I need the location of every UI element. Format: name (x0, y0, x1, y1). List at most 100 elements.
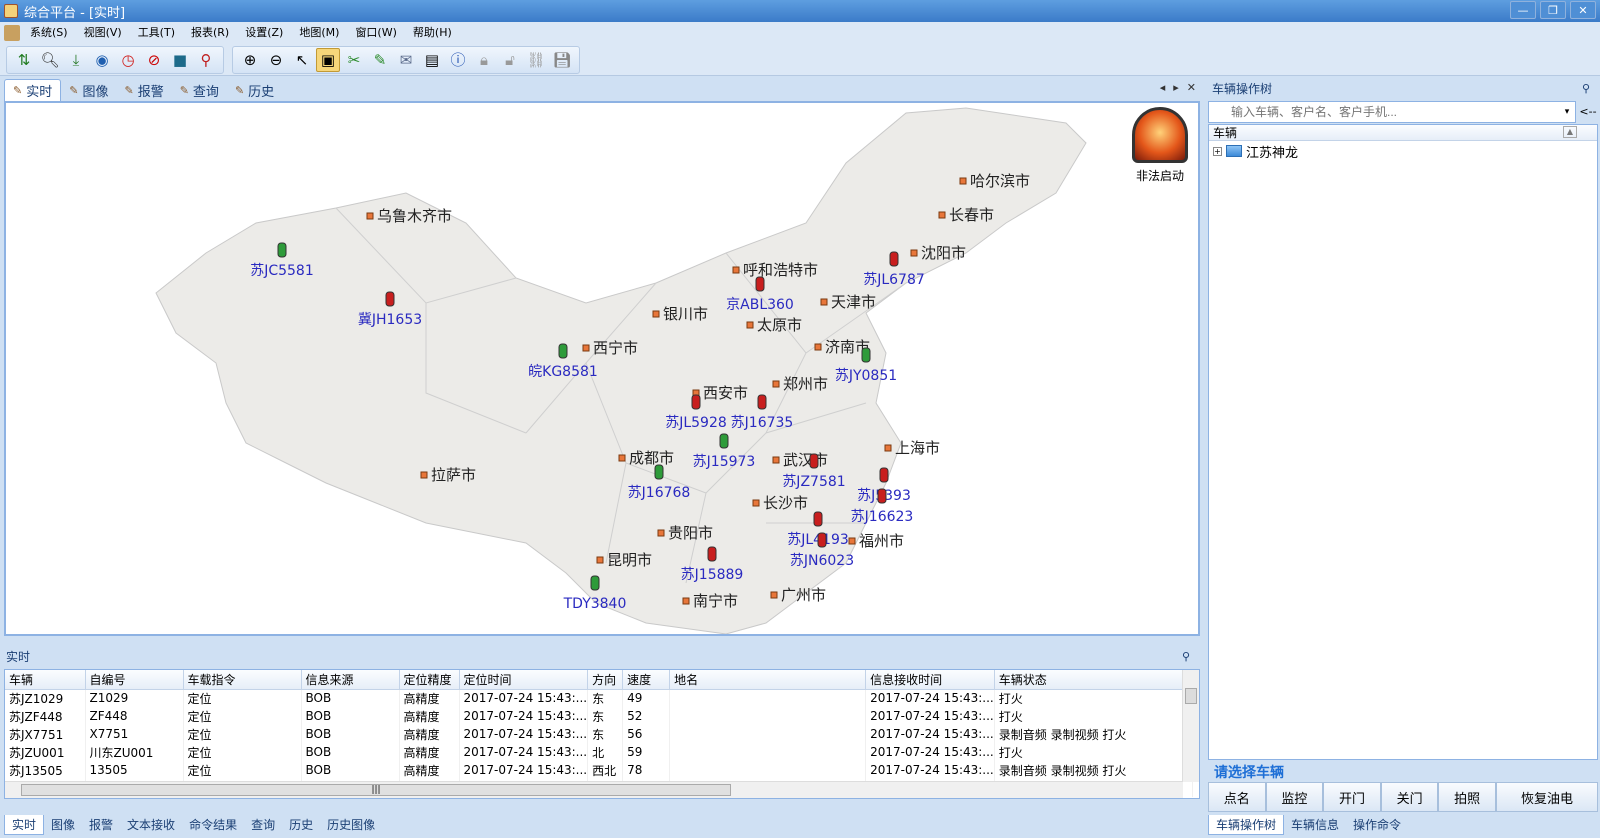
close-button[interactable]: ✕ (1570, 1, 1596, 19)
map-canvas[interactable]: 哈尔滨市长春市沈阳市乌鲁木齐市呼和浩特市天津市银川市太原市西宁市 济南市西安市 郑州… (6, 103, 1198, 634)
grid-column-header[interactable]: 自编号 (85, 670, 184, 690)
lock-icon[interactable]: 🔒︎ (472, 48, 496, 72)
menu-settings[interactable]: 设置(Z) (239, 23, 289, 43)
scroll-thumb[interactable] (1185, 688, 1197, 704)
clock-icon[interactable]: ◷ (116, 48, 140, 72)
refresh-icon[interactable]: ⇅ (12, 48, 36, 72)
tab-query[interactable]: ✎ 查询 (172, 79, 227, 101)
tab-vehicle-tree[interactable]: 车辆操作树 (1208, 815, 1285, 835)
table-row[interactable]: 苏JX7751 X7751 定位 BOB 高精度 2017-07-24 15:43:...… (5, 725, 1193, 743)
pointer-icon[interactable]: ↖ (290, 48, 314, 72)
location-pin-icon[interactable]: ⚲ (194, 48, 218, 72)
chevron-down-icon[interactable]: ▾ (1560, 101, 1574, 123)
vehicle-search-input[interactable] (1208, 101, 1576, 123)
download-icon[interactable]: ⤓ (64, 48, 88, 72)
tab-realtime-bottom[interactable]: 实时 (4, 815, 45, 835)
city-marker[interactable]: 乌鲁木齐市 (366, 207, 452, 225)
open-door-button[interactable]: 开门 (1323, 782, 1381, 812)
table-row[interactable]: 苏J13505 13505 定位 BOB 高精度 2017-07-24 15:43:...… (5, 761, 1193, 779)
mail-icon[interactable]: ✉ (394, 48, 418, 72)
menu-help[interactable]: 帮助(H) (407, 23, 458, 43)
pin-icon[interactable]: ⚲ (1582, 82, 1590, 95)
tab-operation-commands[interactable]: 操作命令 (1346, 815, 1408, 835)
rollcall-button[interactable]: 点名 (1208, 782, 1266, 812)
app-menu-icon[interactable] (4, 25, 20, 41)
tab-history[interactable]: ✎ 历史 (227, 79, 282, 101)
tab-vehicle-info[interactable]: 车辆信息 (1284, 815, 1346, 835)
tab-text-receive[interactable]: 文本接收 (120, 815, 182, 835)
pen-icon[interactable]: ✎ (368, 48, 392, 72)
screen-icon[interactable]: ■ (168, 48, 192, 72)
tools-icon[interactable]: ✂ (342, 48, 366, 72)
tab-command-result[interactable]: 命令结果 (182, 815, 244, 835)
grid-column-header[interactable]: 信息接收时间 (865, 670, 995, 690)
tab-image[interactable]: ✎ 图像 (61, 79, 116, 101)
link-icon[interactable]: ⛓ (524, 48, 548, 72)
tab-next-icon[interactable]: ▸ (1173, 81, 1179, 94)
city-marker[interactable]: 哈尔滨市 (959, 172, 1030, 190)
tab-close-icon[interactable]: ✕ (1187, 81, 1196, 94)
minimize-button[interactable]: — (1510, 1, 1536, 19)
menu-system[interactable]: 系统(S) (24, 23, 74, 43)
city-marker[interactable]: 呼和浩特市 (732, 261, 818, 279)
restore-button[interactable]: ❐ (1540, 1, 1566, 19)
search-icon[interactable]: 🔍︎ (38, 48, 62, 72)
grid-column-header[interactable]: 定位精度 (399, 670, 460, 690)
menu-window[interactable]: 窗口(W) (349, 23, 402, 43)
globe-icon[interactable]: ◉ (90, 48, 114, 72)
search-go-button[interactable]: <-- (1578, 101, 1598, 123)
monitor-button[interactable]: 监控 (1265, 782, 1324, 812)
tab-realtime[interactable]: ✎ 实时 (4, 79, 62, 101)
menu-map[interactable]: 地图(M) (293, 23, 345, 43)
tab-alarm[interactable]: ✎ 报警 (116, 79, 171, 101)
grid-column-header[interactable]: 定位时间 (459, 670, 589, 690)
tab-prev-icon[interactable]: ◂ (1160, 81, 1166, 94)
grid-column-header[interactable]: 速度 (622, 670, 671, 690)
table-row[interactable]: 苏JZF448 ZF448 定位 BOB 高精度 2017-07-24 15:43:...… (5, 707, 1193, 725)
tree-node-company[interactable]: + 江苏神龙 (1209, 141, 1597, 161)
menu-tools[interactable]: 工具(T) (132, 23, 181, 43)
grid-column-header[interactable]: 车辆 (5, 670, 86, 690)
zoom-in-icon[interactable]: ⊕ (238, 48, 262, 72)
tab-query-bottom[interactable]: 查询 (244, 815, 282, 835)
table-row[interactable]: 苏JZU001 川东ZU001 定位 BOB 高精度 2017-07-24 15:43:.… (5, 743, 1193, 761)
tab-history-image[interactable]: 历史图像 (320, 815, 382, 835)
tree-column-header[interactable]: 车辆 ▲ (1209, 125, 1597, 141)
track-icon[interactable]: ▣ (316, 47, 340, 72)
city-dot (938, 211, 946, 219)
panel-splitter[interactable] (1200, 77, 1206, 838)
select-vehicle-hint: 请选择车辆 (1214, 765, 1284, 781)
unlock-icon[interactable]: 🔓︎ (498, 48, 522, 72)
tab-history-bottom[interactable]: 历史 (282, 815, 320, 835)
info-icon[interactable]: ⓘ (446, 48, 470, 72)
take-photo-button[interactable]: 拍照 (1438, 782, 1496, 812)
expand-icon[interactable]: + (1213, 146, 1222, 156)
zoom-out-icon[interactable]: ⊖ (264, 48, 288, 72)
grid-column-header[interactable]: 信息来源 (301, 670, 400, 690)
sort-icon[interactable]: ▲ (1563, 126, 1577, 138)
city-label: 呼和浩特市 (743, 261, 818, 279)
city-dot (582, 344, 590, 352)
vertical-scrollbar[interactable] (1182, 670, 1199, 782)
menu-view[interactable]: 视图(V) (78, 23, 128, 43)
pin-icon[interactable]: ⚲ (1182, 650, 1190, 663)
stop-icon[interactable]: ⊘ (142, 48, 166, 72)
save-icon[interactable]: 💾︎ (550, 48, 574, 72)
grid-column-header[interactable]: 地名 (669, 670, 867, 690)
scroll-thumb[interactable]: ||| (21, 784, 731, 796)
alarm-siren-icon[interactable] (1132, 107, 1188, 163)
grid-column-header[interactable]: 车辆状态 (994, 670, 1193, 690)
film-icon[interactable]: ▤ (420, 48, 444, 72)
realtime-grid: 车辆 自编号 车载指令 信息来源 定位精度 定位时间 方向 速度 地名 信息接收时间 车辆状态 苏J… (4, 669, 1200, 799)
horizontal-scrollbar[interactable]: ||| (5, 781, 1183, 798)
close-door-button[interactable]: 关门 (1380, 782, 1439, 812)
grid-column-header[interactable]: 车载指令 (183, 670, 302, 690)
table-row[interactable]: 苏JZ1029 Z1029 定位 BOB 高精度 2017-07-24 15:43:...… (5, 689, 1193, 707)
alarm-widget[interactable]: 非法启动 (1130, 107, 1190, 184)
tab-image-bottom[interactable]: 图像 (44, 815, 82, 835)
tab-alarm-bottom[interactable]: 报警 (82, 815, 120, 835)
grid-column-header[interactable]: 方向 (587, 670, 624, 690)
restore-power-button[interactable]: 恢复油电 (1495, 782, 1599, 812)
menu-reports[interactable]: 报表(R) (185, 23, 235, 43)
map-view[interactable]: 哈尔滨市 长春市 沈阳市 乌鲁木齐市 呼和浩特市 天津市 银川市 太原市 西宁市 济南市 西安市 郑州… (4, 101, 1200, 636)
